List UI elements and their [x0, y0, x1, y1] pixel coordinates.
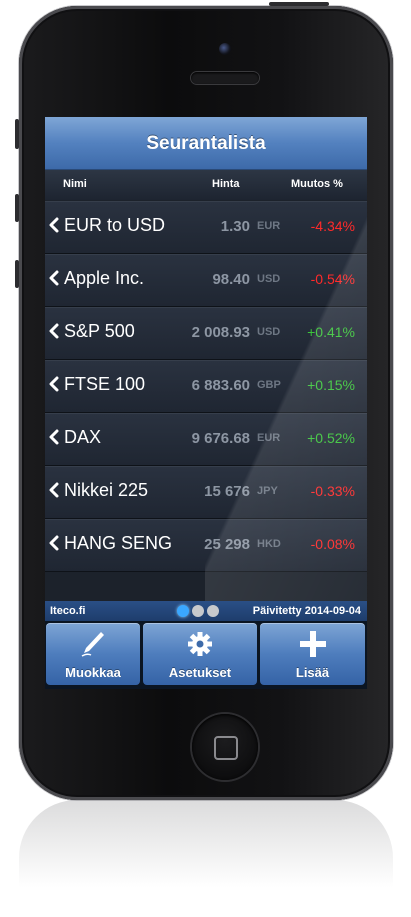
- instrument-change: -4.34%: [310, 218, 355, 234]
- edit-button[interactable]: Muokkaa: [46, 623, 140, 685]
- mute-switch: [15, 119, 19, 149]
- instrument-price: 15 676: [204, 483, 250, 500]
- watchlist-row[interactable]: DAX 9 676.68 EUR +0.52%: [45, 413, 367, 466]
- add-button-label: Lisää: [295, 665, 330, 680]
- page-dot-1[interactable]: [177, 605, 189, 617]
- home-square-icon: [214, 736, 238, 760]
- settings-button[interactable]: Asetukset: [143, 623, 257, 685]
- instrument-change: +0.41%: [307, 324, 355, 340]
- instrument-price: 6 883.60: [191, 377, 250, 394]
- instrument-change: -0.08%: [310, 536, 355, 552]
- status-bar: Iteco.fi Päivitetty 2014-09-04: [45, 601, 367, 621]
- watchlist-row[interactable]: FTSE 100 6 883.60 GBP +0.15%: [45, 360, 367, 413]
- chevron-left-icon: [49, 376, 59, 392]
- chevron-left-icon: [49, 323, 59, 339]
- chevron-left-icon: [49, 270, 59, 286]
- page-title: Seurantalista: [146, 133, 266, 154]
- chevron-left-icon: [49, 217, 59, 233]
- instrument-price: 25 298: [204, 536, 250, 553]
- instrument-currency: EUR: [257, 220, 281, 232]
- volume-up-button: [15, 194, 19, 222]
- front-camera: [219, 43, 231, 55]
- instrument-currency: GBP: [257, 379, 281, 391]
- instrument-change: +0.15%: [307, 377, 355, 393]
- instrument-name: Nikkei 225: [64, 480, 149, 500]
- instrument-name: Apple Inc.: [64, 268, 145, 288]
- page-dot-3[interactable]: [207, 605, 219, 617]
- edit-button-label: Muokkaa: [65, 665, 121, 680]
- instrument-change: +0.52%: [307, 430, 355, 446]
- instrument-price: 98.40: [212, 271, 250, 288]
- instrument-currency: USD: [257, 273, 281, 285]
- instrument-price: 1.30: [220, 218, 250, 235]
- watchlist-row[interactable]: HANG SENG 25 298 HKD -0.08%: [45, 519, 367, 572]
- chevron-left-icon: [49, 482, 59, 498]
- column-header-name: Nimi: [63, 178, 87, 190]
- phone-reflection: [19, 800, 393, 917]
- pen-icon: [81, 632, 104, 657]
- instrument-price: 9 676.68: [191, 430, 250, 447]
- instrument-currency: JPY: [257, 485, 278, 497]
- watchlist-row[interactable]: Nikkei 225 15 676 JPY -0.33%: [45, 466, 367, 519]
- column-header-bar: Nimi Hinta Muutos %: [45, 170, 367, 200]
- watchlist-row[interactable]: EUR to USD 1.30 EUR -4.34%: [45, 201, 367, 254]
- instrument-name: FTSE 100: [64, 374, 146, 394]
- navigation-bar: Seurantalista: [45, 117, 367, 170]
- page-indicator[interactable]: [177, 605, 222, 620]
- power-button: [269, 2, 329, 6]
- instrument-name: S&P 500: [64, 321, 135, 341]
- earpiece-speaker: [191, 72, 259, 84]
- chevron-left-icon: [49, 429, 59, 445]
- updated-timestamp: Päivitetty 2014-09-04: [252, 605, 361, 617]
- app-screen: Seurantalista Nimi Hinta Muutos % EUR to…: [45, 117, 367, 689]
- add-button[interactable]: Lisää: [260, 623, 365, 685]
- home-button[interactable]: [192, 714, 258, 780]
- instrument-change: -0.33%: [310, 483, 355, 499]
- page-dot-2[interactable]: [192, 605, 204, 617]
- chevron-left-icon: [49, 535, 59, 551]
- column-header-price: Hinta: [212, 178, 240, 190]
- watchlist-row[interactable]: S&P 500 2 008.93 USD +0.41%: [45, 307, 367, 360]
- bottom-toolbar: Muokkaa Asetukset Lisää: [45, 621, 367, 689]
- instrument-price: 2 008.93: [191, 324, 250, 341]
- instrument-name: HANG SENG: [64, 533, 173, 553]
- plus-icon: [299, 631, 326, 657]
- column-header-change: Muutos %: [291, 178, 343, 190]
- instrument-name: EUR to USD: [64, 215, 166, 235]
- site-link[interactable]: Iteco.fi: [50, 605, 85, 617]
- volume-down-button: [15, 260, 19, 288]
- instrument-currency: USD: [257, 326, 281, 338]
- instrument-name: DAX: [64, 427, 102, 447]
- settings-button-label: Asetukset: [168, 665, 232, 680]
- instrument-change: -0.54%: [310, 271, 355, 287]
- instrument-currency: EUR: [257, 432, 281, 444]
- instrument-currency: HKD: [257, 538, 281, 550]
- gear-icon: [188, 632, 212, 656]
- watchlist: EUR to USD 1.30 EUR -4.34% Apple Inc. 98…: [45, 201, 367, 572]
- watchlist-row[interactable]: Apple Inc. 98.40 USD -0.54%: [45, 254, 367, 307]
